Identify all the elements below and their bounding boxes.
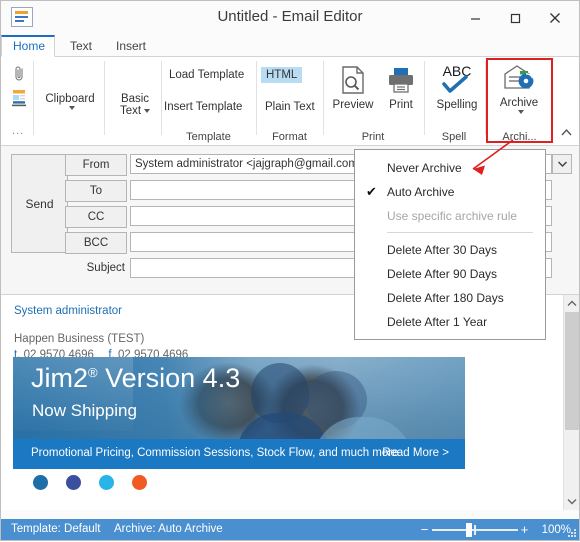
menu-item-label: Use specific archive rule: [387, 209, 518, 223]
menu-divider: [387, 232, 533, 233]
template-group-label: Template: [186, 131, 231, 143]
close-icon[interactable]: [535, 5, 575, 31]
menu-item-label: Delete After 30 Days: [387, 243, 498, 257]
clipboard-label: Clipboard: [45, 93, 95, 105]
zoom-slider-tick: [473, 525, 476, 535]
basic-text-label-2: Text: [119, 105, 142, 117]
format-group-label: Format: [272, 131, 307, 143]
banner-title: Jim2® Version 4.3: [31, 363, 240, 394]
zoom-slider[interactable]: [431, 519, 518, 540]
archive-label: Archive: [499, 97, 539, 109]
zoom-control[interactable]: − + 100%: [418, 519, 571, 540]
format-html-button[interactable]: HTML: [261, 67, 303, 83]
signature-company: Happen Business (TEST): [14, 333, 145, 345]
signature-name: System administrator: [14, 305, 123, 317]
menu-item-label: Delete After 90 Days: [387, 267, 498, 281]
title-bar: Untitled - Email Editor: [1, 1, 579, 35]
chevron-down-icon[interactable]: [39, 105, 101, 112]
banner-strip-text: Promotional Pricing, Commission Sessions…: [31, 447, 399, 459]
ribbon-tabs: Home Text Insert: [1, 35, 579, 57]
basic-text-button[interactable]: Basic Text: [109, 92, 161, 117]
status-archive: Archive: Auto Archive: [114, 523, 223, 535]
from-dropdown-chevron-down-icon[interactable]: [552, 154, 572, 174]
minimize-icon[interactable]: [455, 5, 495, 31]
menu-item-auto-archive[interactable]: ✔ Auto Archive: [355, 180, 545, 204]
resize-grip-icon[interactable]: [568, 529, 577, 538]
to-button[interactable]: To: [65, 180, 127, 202]
abc-check-icon: ABC: [431, 63, 483, 98]
banner-title-registered: ®: [88, 365, 98, 380]
signature-icon[interactable]: [12, 89, 30, 110]
menu-item-label: Delete After 180 Days: [387, 291, 504, 305]
menu-item-label: Auto Archive: [387, 185, 455, 199]
print-button[interactable]: Print: [382, 65, 420, 111]
archive-envelope-disc-icon: [490, 63, 548, 96]
menu-item-never-archive[interactable]: Never Archive: [355, 156, 545, 180]
archive-group-label: Archi...: [502, 131, 537, 143]
zoom-out-button[interactable]: −: [418, 522, 432, 537]
scroll-up-chevron-up-icon[interactable]: [564, 295, 579, 312]
checkmark-icon: ✔: [366, 184, 377, 199]
banner-read-more-link[interactable]: Read More >: [382, 447, 449, 459]
tab-home[interactable]: Home: [1, 35, 55, 57]
zoom-percentage: 100%: [541, 523, 571, 536]
zoom-in-button[interactable]: +: [518, 522, 532, 537]
basic-text-label-1: Basic: [120, 93, 150, 105]
body-scrollbar[interactable]: [563, 295, 579, 510]
promotional-banner[interactable]: Jim2® Version 4.3 Now Shipping Promotion…: [13, 357, 465, 469]
tab-insert[interactable]: Insert: [105, 35, 157, 57]
format-plain-text-button[interactable]: Plain Text: [260, 99, 320, 115]
print-group-label: Print: [361, 131, 385, 143]
bcc-button[interactable]: BCC: [65, 232, 127, 254]
banner-subtitle: Now Shipping: [32, 401, 137, 420]
menu-item-delete-after-30-days[interactable]: Delete After 30 Days: [355, 238, 545, 262]
preview-button[interactable]: Preview: [330, 65, 376, 111]
social-icon-2[interactable]: [66, 475, 81, 490]
archive-dropdown-menu[interactable]: Never Archive ✔ Auto Archive Use specifi…: [354, 149, 546, 340]
spelling-button[interactable]: ABC Spelling: [431, 63, 483, 111]
zoom-slider-handle[interactable]: [465, 523, 472, 537]
menu-item-use-specific-archive-rule: Use specific archive rule: [355, 204, 545, 228]
social-icon-1[interactable]: [33, 475, 48, 490]
clipboard-button[interactable]: Clipboard: [39, 92, 101, 112]
status-template: Template: Default: [11, 523, 101, 535]
send-button[interactable]: Send: [11, 154, 68, 253]
menu-item-delete-after-1-year[interactable]: Delete After 1 Year: [355, 310, 545, 334]
email-editor-window: Untitled - Email Editor Home Text Insert: [0, 0, 580, 541]
banner-title-version: Version 4.3: [105, 363, 241, 393]
scroll-down-chevron-down-icon[interactable]: [564, 493, 579, 510]
insert-template-button[interactable]: Insert Template: [164, 101, 242, 113]
chevron-up-icon[interactable]: [560, 127, 573, 141]
maximize-icon[interactable]: [495, 5, 535, 31]
status-bar: Template: Default Archive: Auto Archive …: [1, 519, 579, 540]
menu-item-label: Never Archive: [387, 161, 462, 175]
from-button[interactable]: From: [65, 154, 127, 176]
ribbon-overflow[interactable]: ...: [12, 125, 24, 137]
cc-button[interactable]: CC: [65, 206, 127, 228]
menu-item-delete-after-180-days[interactable]: Delete After 180 Days: [355, 286, 545, 310]
print-preview-icon: [339, 66, 367, 98]
tab-text[interactable]: Text: [59, 35, 103, 57]
social-icon-4[interactable]: [132, 475, 147, 490]
banner-title-product: Jim2: [31, 363, 89, 393]
window-controls: [455, 5, 575, 31]
menu-item-delete-after-90-days[interactable]: Delete After 90 Days: [355, 262, 545, 286]
chevron-down-icon[interactable]: [490, 109, 548, 116]
social-icon-3[interactable]: [99, 475, 114, 490]
printer-icon: [386, 68, 416, 98]
chevron-down-icon[interactable]: [144, 108, 151, 113]
load-template-button[interactable]: Load Template: [169, 69, 244, 81]
spelling-label: Spelling: [436, 99, 478, 111]
spell-group-label: Spell: [441, 131, 467, 143]
menu-item-label: Delete After 1 Year: [387, 315, 488, 329]
scrollbar-thumb[interactable]: [565, 312, 579, 430]
subject-label: Subject: [86, 262, 125, 274]
archive-button[interactable]: Archive: [490, 63, 548, 116]
paperclip-icon[interactable]: [12, 65, 28, 86]
banner-strip: Promotional Pricing, Commission Sessions…: [13, 439, 465, 469]
print-label: Print: [389, 99, 413, 111]
preview-label: Preview: [332, 99, 374, 111]
ribbon: ... Clipboard Basic Text Load Template I…: [1, 57, 579, 146]
